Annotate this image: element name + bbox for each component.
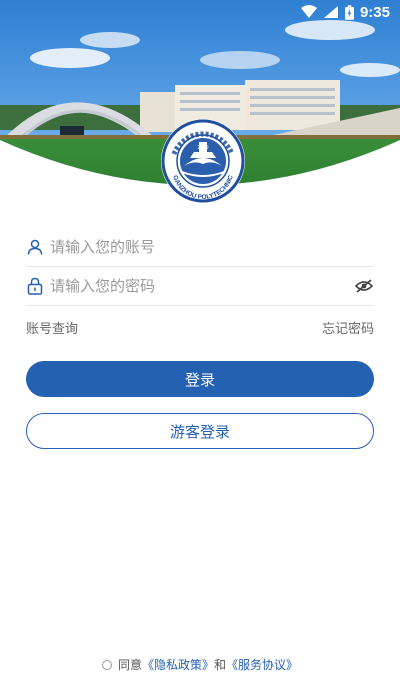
status-time: 9:35 [359,3,390,21]
login-button[interactable]: 登录 [26,361,374,397]
user-icon [26,238,44,256]
password-input[interactable] [50,277,348,295]
terms-of-service-link[interactable]: 《服务协议》 [226,656,298,673]
privacy-policy-link[interactable]: 《隐私政策》 [142,656,214,673]
account-input[interactable] [50,238,374,256]
seal-year: 2019 [197,145,208,151]
school-logo: 2019 GANZHOU POLYTECHNIC [160,118,246,204]
forgot-password-link[interactable]: 忘记密码 [322,318,374,337]
school-seal-icon: 2019 GANZHOU POLYTECHNIC [161,119,245,203]
agree-prefix: 同意 [117,658,142,672]
agreement-row: 同意 《隐私政策》 和 《服务协议》 [0,656,400,673]
account-lookup-link[interactable]: 账号查询 [26,318,78,337]
agree-radio[interactable] [101,659,112,670]
wifi-icon [300,5,317,18]
login-form: 账号查询 忘记密码 登录 游客登录 [26,228,374,449]
account-field [26,228,374,267]
eye-hidden-icon[interactable] [354,277,374,295]
battery-icon [344,4,354,20]
auxiliary-links: 账号查询 忘记密码 [26,318,374,337]
signal-icon [323,6,338,18]
guest-login-button[interactable]: 游客登录 [26,413,374,449]
lock-icon [26,277,44,295]
agree-and: 和 [214,658,227,672]
password-field [26,267,374,306]
status-bar: 9:35 [0,0,400,24]
